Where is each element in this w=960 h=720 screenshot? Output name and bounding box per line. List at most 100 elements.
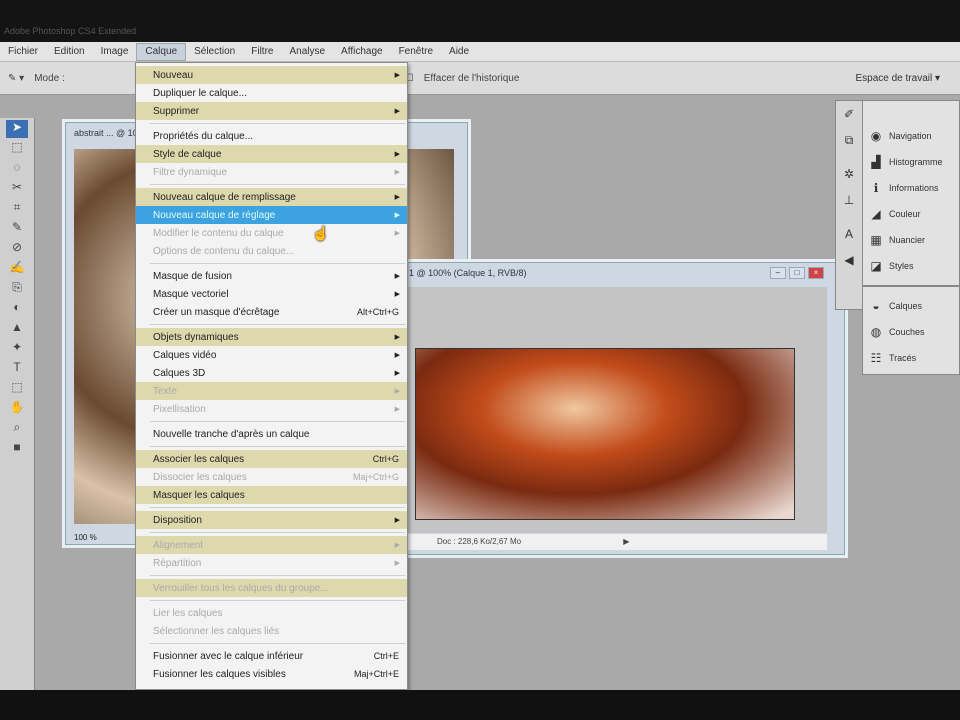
- minimize-button[interactable]: –: [770, 267, 786, 279]
- panel-label: Styles: [889, 261, 914, 271]
- menu-item[interactable]: Créer un masque d'écrêtage Alt+Ctrl+G: [136, 303, 407, 321]
- menu-item: Modifier le contenu du calque ▶: [136, 224, 407, 242]
- menu-item[interactable]: Calques 3D ▶: [136, 364, 407, 382]
- menu-item[interactable]: Nouveau calque de réglage ▶: [136, 206, 407, 224]
- panel-icon: ◢: [871, 207, 881, 221]
- tool-icon-4[interactable]: ⌗: [6, 200, 28, 218]
- tool-presets-icon[interactable]: ✲: [836, 161, 862, 187]
- menu-separator: [150, 446, 405, 447]
- menu-item: Dissocier les calques Maj+Ctrl+G: [136, 468, 407, 486]
- menu-item-label: Nouvelle tranche d'après un calque: [153, 428, 310, 440]
- menu-item[interactable]: Dupliquer le calque...: [136, 84, 407, 102]
- panel-label: Informations: [889, 183, 939, 193]
- paragraph-icon[interactable]: ◀: [836, 247, 862, 273]
- menu-item[interactable]: Nouvelle tranche d'après un calque: [136, 425, 407, 443]
- history-label: Effacer de l'historique: [423, 72, 520, 84]
- menu-item[interactable]: Fusionner avec le calque inférieur Ctrl+E: [136, 647, 407, 665]
- menu-4[interactable]: Sélection: [186, 46, 243, 57]
- tool-icon-16[interactable]: ■: [6, 440, 28, 458]
- menu-item: Texte ▶: [136, 382, 407, 400]
- menu-0[interactable]: Fichier: [0, 46, 46, 57]
- menu-item[interactable]: Calques vidéo ▶: [136, 346, 407, 364]
- brush-tool-icon[interactable]: ✎ ▾: [8, 73, 24, 84]
- clone-panel-icon[interactable]: ⧉: [836, 127, 862, 153]
- menu-item-label: Dissocier les calques: [153, 471, 247, 483]
- banner-artwork[interactable]: [415, 348, 795, 520]
- menu-3[interactable]: Calque: [136, 42, 187, 61]
- menu-1[interactable]: Edition: [46, 46, 93, 57]
- tool-icon-6[interactable]: ⊘: [6, 240, 28, 258]
- submenu-arrow-icon: ▶: [394, 169, 400, 176]
- panel-tab[interactable]: ☷ Tracés: [863, 345, 959, 371]
- tool-icon-0[interactable]: ➤: [6, 120, 28, 138]
- tool-icon-11[interactable]: ✦: [6, 340, 28, 358]
- menu-shortcut: Ctrl+G: [372, 454, 399, 464]
- tool-icon-14[interactable]: ✋: [6, 400, 28, 418]
- tool-icon-7[interactable]: ✍: [6, 260, 28, 278]
- menu-5[interactable]: Filtre: [243, 46, 281, 57]
- tool-icon-2[interactable]: ◌: [6, 160, 28, 178]
- tool-icon-5[interactable]: ✎: [6, 220, 28, 238]
- document-window-banner[interactable]: 1 @ 100% (Calque 1, RVB/8) – □ × Doc : 228…: [400, 262, 845, 555]
- panel-tab[interactable]: ◍ Couches: [863, 319, 959, 345]
- tool-icon-1[interactable]: ⬚: [6, 140, 28, 158]
- tool-icon-10[interactable]: ▲: [6, 320, 28, 338]
- menu-item[interactable]: Style de calque ▶: [136, 145, 407, 163]
- stamp-icon[interactable]: ⊥: [836, 187, 862, 213]
- menu-item: Options de contenu du calque...: [136, 242, 407, 260]
- menu-item[interactable]: Masque vectoriel ▶: [136, 285, 407, 303]
- menu-item[interactable]: Propriétés du calque...: [136, 127, 407, 145]
- tool-icon-8[interactable]: ⎘: [6, 280, 28, 298]
- menu-item-label: Lier les calques: [153, 607, 223, 619]
- panel-icon: ◒: [872, 299, 880, 313]
- menu-2[interactable]: Image: [93, 46, 137, 57]
- panel-tab[interactable]: ◪ Styles: [863, 253, 959, 279]
- tool-icon-12[interactable]: T: [6, 360, 28, 378]
- tool-icon-13[interactable]: ⬚: [6, 380, 28, 398]
- panel-tab[interactable]: ℹ Informations: [863, 175, 959, 201]
- menu-item[interactable]: Nouveau calque de remplissage ▶: [136, 188, 407, 206]
- menu-item-label: Filtre dynamique: [153, 166, 227, 178]
- menu-item: Filtre dynamique ▶: [136, 163, 407, 181]
- bottom-bar: [0, 690, 960, 720]
- tool-icon-9[interactable]: ◐: [6, 300, 28, 318]
- menu-8[interactable]: Fenêtre: [391, 46, 441, 57]
- workspace-dropdown[interactable]: Espace de travail ▾: [855, 73, 940, 84]
- panel-label: Calques: [889, 301, 923, 311]
- menu-item[interactable]: Nouveau ▶: [136, 66, 407, 84]
- brush-panel-icon[interactable]: ✐: [836, 101, 862, 127]
- menu-item[interactable]: Masquer les calques: [136, 486, 407, 504]
- status-bar: Doc : 228,6 Ko/2,67 Mo ▶: [407, 534, 827, 550]
- character-icon[interactable]: A: [836, 221, 862, 247]
- tool-icon-3[interactable]: ✂: [6, 180, 28, 198]
- panel-tab[interactable]: ◉ Navigation: [863, 123, 959, 149]
- menu-item-label: Fusionner les calques visibles: [153, 668, 286, 680]
- menu-separator: [150, 421, 405, 422]
- menu-shortcut: Ctrl+E: [373, 651, 399, 661]
- menu-item[interactable]: Supprimer ▶: [136, 102, 407, 120]
- submenu-arrow-icon: ▶: [394, 388, 400, 395]
- tool-icon-15[interactable]: ⌕: [6, 420, 28, 438]
- menu-item[interactable]: Masque de fusion ▶: [136, 267, 407, 285]
- menu-item[interactable]: Objets dynamiques ▶: [136, 328, 407, 346]
- menu-9[interactable]: Aide: [441, 46, 477, 57]
- submenu-arrow-icon: ▶: [394, 352, 400, 359]
- menu-item-label: Dupliquer le calque...: [153, 87, 247, 99]
- menu-item[interactable]: Disposition ▶: [136, 511, 407, 529]
- panel-label: Navigation: [889, 131, 932, 141]
- status-arrow-icon[interactable]: ▶: [623, 537, 629, 546]
- menu-item[interactable]: Associer les calques Ctrl+G: [136, 450, 407, 468]
- menu-item-label: Associer les calques: [153, 453, 245, 465]
- menu-item[interactable]: Fusionner les calques visibles Maj+Ctrl+E: [136, 665, 407, 683]
- panel-tab[interactable]: ◒ Calques: [863, 293, 959, 319]
- menu-7[interactable]: Affichage: [333, 46, 391, 57]
- panel-tab[interactable]: ▟ Histogramme: [863, 149, 959, 175]
- close-button[interactable]: ×: [808, 267, 824, 279]
- panel-tab[interactable]: ▦ Nuancier: [863, 227, 959, 253]
- maximize-button[interactable]: □: [789, 267, 805, 279]
- canvas-area[interactable]: [407, 287, 827, 533]
- menu-item-label: Calques 3D: [153, 367, 206, 379]
- panel-tab[interactable]: ◢ Couleur: [863, 201, 959, 227]
- menu-6[interactable]: Analyse: [281, 46, 333, 57]
- panel-label: Couches: [889, 327, 925, 337]
